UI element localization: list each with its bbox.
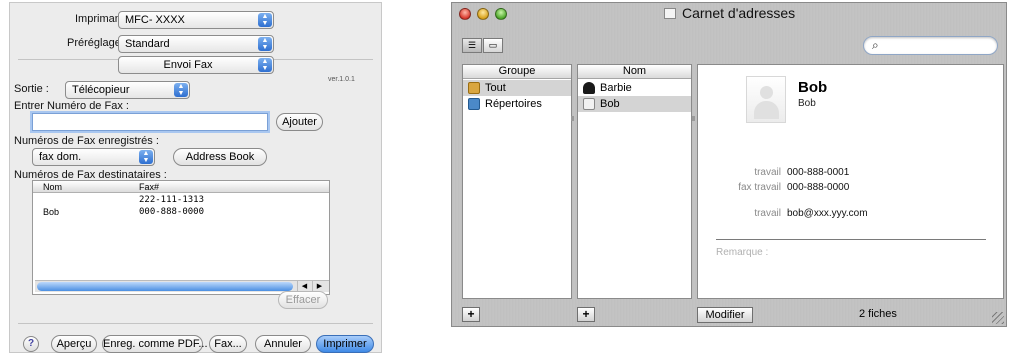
contact-photo[interactable] bbox=[746, 76, 786, 123]
column-header-name[interactable]: Nom bbox=[43, 182, 62, 192]
contact-name: Bob bbox=[798, 79, 828, 96]
column-header-fax[interactable]: Fax# bbox=[139, 182, 159, 192]
popup-arrows-icon: ▲ ▼ bbox=[258, 58, 272, 72]
group-item-directories[interactable]: Répertoires bbox=[463, 96, 571, 112]
add-group-button[interactable]: + bbox=[462, 307, 480, 322]
card-only-view-icon[interactable]: ▭ bbox=[483, 38, 503, 53]
person-icon bbox=[583, 82, 595, 94]
cancel-button[interactable]: Annuler bbox=[255, 335, 311, 353]
group-item-label: Tout bbox=[485, 82, 506, 94]
presets-popup[interactable]: Standard ▲ ▼ bbox=[118, 35, 274, 53]
card-count: 2 fiches bbox=[859, 308, 897, 320]
modify-button[interactable]: Modifier bbox=[697, 307, 753, 323]
panel-popup-value: Envoi Fax bbox=[163, 59, 213, 71]
output-label: Sortie : bbox=[14, 83, 49, 95]
scroll-thumb[interactable] bbox=[37, 282, 293, 291]
popup-arrows-icon: ▲ ▼ bbox=[174, 83, 188, 97]
field-label: travail bbox=[754, 208, 781, 219]
version-label: ver.1.0.1 bbox=[328, 76, 355, 83]
search-input[interactable]: ⌕ bbox=[863, 36, 998, 55]
popup-arrows-icon: ▲ ▼ bbox=[258, 13, 272, 27]
minimize-window-icon[interactable] bbox=[477, 8, 489, 20]
separator bbox=[18, 323, 373, 324]
bottom-bar: + + Modifier 2 fiches bbox=[452, 303, 1006, 326]
printer-popup[interactable]: MFC- XXXX ▲ ▼ bbox=[118, 11, 274, 29]
saved-fax-popup[interactable]: fax dom. ▲ ▼ bbox=[32, 148, 155, 166]
printer-value: MFC- XXXX bbox=[125, 14, 185, 26]
delete-button[interactable]: Effacer bbox=[278, 291, 328, 309]
add-fax-button[interactable]: Ajouter bbox=[276, 113, 323, 131]
splitter-handle[interactable] bbox=[571, 116, 574, 121]
group-item-label: Répertoires bbox=[485, 98, 542, 110]
presets-value: Standard bbox=[125, 38, 170, 50]
address-book-window: Carnet d'adresses ☰ ▭ ⌕ Groupe Tout Répe… bbox=[451, 2, 1007, 327]
groups-pane: Groupe Tout Répertoires bbox=[462, 64, 572, 299]
print-dialog: Imprimante : MFC- XXXX ▲ ▼ Préréglages : … bbox=[9, 2, 382, 353]
group-card-icon bbox=[468, 82, 480, 94]
output-popup[interactable]: Télécopieur ▲ ▼ bbox=[65, 81, 190, 99]
work-phone-value[interactable]: 000-888-0001 bbox=[787, 167, 849, 178]
field-label: travail bbox=[754, 167, 781, 178]
group-item-all[interactable]: Tout bbox=[463, 80, 571, 96]
panel-popup[interactable]: Envoi Fax ▲ ▼ bbox=[118, 56, 274, 74]
search-icon: ⌕ bbox=[872, 38, 879, 52]
row-fax: 000-888-0000 bbox=[139, 207, 205, 217]
popup-arrows-icon: ▲ ▼ bbox=[258, 37, 272, 51]
silhouette-body-icon bbox=[754, 101, 779, 119]
groups-header: Groupe bbox=[463, 65, 571, 79]
close-window-icon[interactable] bbox=[459, 8, 471, 20]
saved-fax-value: fax dom. bbox=[39, 151, 82, 163]
help-button[interactable]: ? bbox=[23, 336, 39, 352]
output-value: Télécopieur bbox=[72, 84, 130, 96]
contact-card-icon bbox=[583, 98, 595, 110]
destinations-table: Nom Fax# 222-111-1313 Bob 000-888-0000 ◀… bbox=[32, 180, 330, 295]
window-title-text: Carnet d'adresses bbox=[682, 5, 796, 21]
save-pdf-button[interactable]: Enreg. comme PDF... bbox=[102, 335, 208, 353]
address-book-button[interactable]: Address Book bbox=[173, 148, 267, 166]
window-title: Carnet d'adresses bbox=[664, 5, 795, 21]
fax-button[interactable]: Fax... bbox=[209, 335, 247, 353]
fax-number-label: Entrer Numéro de Fax : bbox=[14, 100, 129, 112]
splitter-handle[interactable] bbox=[692, 116, 695, 121]
address-book-icon bbox=[664, 8, 676, 19]
title-bar[interactable]: Carnet d'adresses bbox=[452, 3, 1006, 25]
contact-card: Bob Bob travail 000-888-0001 fax travail… bbox=[697, 64, 1004, 299]
saved-fax-label: Numéros de Fax enregistrés : bbox=[14, 135, 159, 147]
three-pane-view-icon[interactable]: ☰ bbox=[462, 38, 482, 53]
field-label: fax travail bbox=[738, 182, 781, 193]
names-header: Nom bbox=[578, 65, 691, 79]
work-email-value[interactable]: bob@xxx.yyy.com bbox=[787, 208, 868, 219]
divider bbox=[716, 239, 986, 240]
zoom-window-icon[interactable] bbox=[495, 8, 507, 20]
resize-grip-icon[interactable] bbox=[992, 312, 1004, 324]
preview-button[interactable]: Aperçu bbox=[51, 335, 97, 353]
contact-company: Bob bbox=[798, 98, 816, 109]
contact-item-barbie[interactable]: Barbie bbox=[578, 80, 691, 96]
row-fax: 222-111-1313 bbox=[139, 195, 205, 205]
contact-item-label: Barbie bbox=[600, 82, 632, 94]
directory-icon bbox=[468, 98, 480, 110]
row-name: Bob bbox=[43, 207, 60, 217]
contact-item-bob[interactable]: Bob bbox=[578, 96, 691, 112]
contact-item-label: Bob bbox=[600, 98, 620, 110]
table-header: Nom Fax# bbox=[33, 181, 329, 193]
print-button[interactable]: Imprimer bbox=[316, 335, 374, 353]
note-label[interactable]: Remarque : bbox=[716, 247, 768, 258]
popup-arrows-icon: ▲ ▼ bbox=[139, 150, 153, 164]
fax-number-input[interactable] bbox=[32, 113, 268, 131]
silhouette-head-icon bbox=[760, 86, 773, 99]
work-fax-value[interactable]: 000-888-0000 bbox=[787, 182, 849, 193]
names-pane: Nom Barbie Bob bbox=[577, 64, 692, 299]
add-contact-button[interactable]: + bbox=[577, 307, 595, 322]
